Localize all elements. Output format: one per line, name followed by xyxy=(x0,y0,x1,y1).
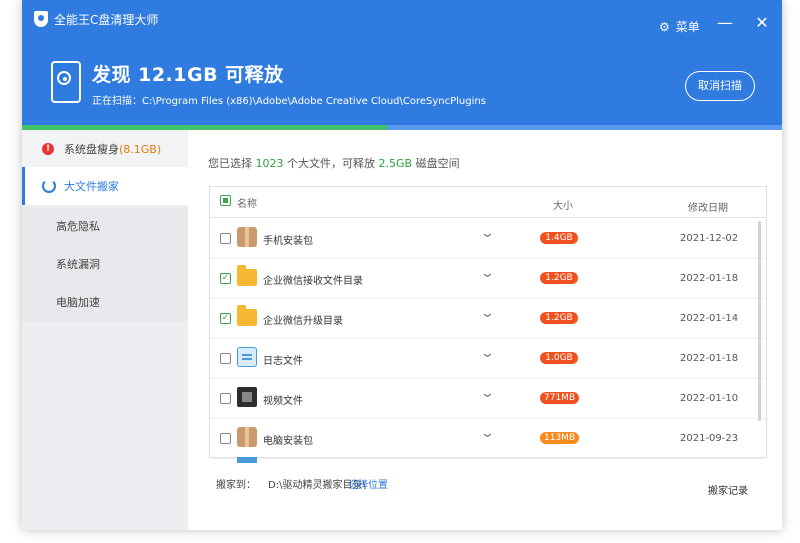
column-size: 大小 xyxy=(553,201,573,212)
package-icon xyxy=(237,227,257,247)
table-header: 名称 大小 修改日期 xyxy=(210,187,766,218)
chevron-down-icon[interactable]: ⌄ xyxy=(480,426,495,441)
sidebar-item-system-slim[interactable]: ! 系统盘瘦身 (8.1GB) xyxy=(22,130,188,168)
gear-icon: ⚙ xyxy=(659,19,670,34)
disk-icon xyxy=(51,61,81,103)
header: 全能王C盘清理大师 ⚙ 菜单 — ✕ 发现 12.1GB 可释放 正在扫描：C:… xyxy=(22,0,782,130)
found-headline: 发现 12.1GB 可释放 xyxy=(92,64,284,86)
chevron-down-icon[interactable]: ⌄ xyxy=(480,306,495,321)
table-row[interactable]: 日志文件 ⌄ 1.0GB 2022-01-18 xyxy=(210,338,766,379)
column-name: 名称 xyxy=(237,199,257,210)
file-name: 企业微信升级目录 xyxy=(263,316,343,327)
move-destination: 搬家到： D:\驱动精灵搬家目录\ xyxy=(216,476,366,491)
modified-date: 2022-01-18 xyxy=(680,353,739,364)
warning-icon: ! xyxy=(42,143,54,155)
row-checkbox[interactable] xyxy=(220,393,231,404)
table-row[interactable]: 电脑安装包 ⌄ 113MB 2021-09-23 xyxy=(210,418,766,459)
row-checkbox[interactable] xyxy=(220,233,231,244)
size-badge: 1.2GB xyxy=(540,272,578,284)
menu-label: 菜单 xyxy=(675,20,700,34)
summary-prefix: 您已选择 xyxy=(208,157,252,170)
app-window: 全能王C盘清理大师 ⚙ 菜单 — ✕ 发现 12.1GB 可释放 正在扫描：C:… xyxy=(22,0,782,530)
summary-middle: 个大文件，可释放 xyxy=(287,157,375,170)
selected-count: 1023 xyxy=(255,157,284,170)
selection-summary: 您已选择 1023 个大文件，可释放 2.5GB 磁盘空间 xyxy=(208,155,460,171)
file-name: 电脑安装包 xyxy=(263,436,313,447)
close-button[interactable]: ✕ xyxy=(752,15,772,31)
scanning-prefix: 正在扫描： xyxy=(92,96,142,107)
table-row[interactable]: 手机安装包 ⌄ 1.4GB 2021-12-02 xyxy=(210,218,766,259)
file-name: 视频文件 xyxy=(263,396,303,407)
folder-icon xyxy=(237,265,257,286)
modified-date: 2022-01-14 xyxy=(680,313,739,324)
partial-row-icon xyxy=(237,457,257,463)
row-checkbox[interactable] xyxy=(220,353,231,364)
main-content: 您已选择 1023 个大文件，可释放 2.5GB 磁盘空间 名称 大小 修改日期… xyxy=(188,130,782,530)
chevron-down-icon[interactable]: ⌄ xyxy=(480,226,495,241)
cancel-scan-button[interactable]: 取消扫描 xyxy=(685,71,755,101)
scanning-path: C:\Program Files (x86)\Adobe\Adobe Creat… xyxy=(142,96,486,107)
table-row[interactable]: 视频文件 ⌄ 771MB 2022-01-10 xyxy=(210,378,766,419)
minimize-button[interactable]: — xyxy=(715,15,735,31)
file-name: 企业微信接收文件目录 xyxy=(263,276,363,287)
scanning-status: 正在扫描：C:\Program Files (x86)\Adobe\Adobe … xyxy=(92,92,486,107)
video-icon xyxy=(237,387,257,407)
sidebar-item-label: 大文件搬家 xyxy=(64,180,119,193)
modified-date: 2021-12-02 xyxy=(680,233,739,244)
size-badge: 1.0GB xyxy=(540,352,578,364)
sidebar-item-privacy[interactable]: 高危隐私 xyxy=(22,207,188,245)
app-title: 全能王C盘清理大师 xyxy=(54,13,159,27)
log-icon xyxy=(237,347,257,367)
sidebar: ! 系统盘瘦身 (8.1GB) 大文件搬家 高危隐私 系统漏洞 电脑加速 xyxy=(22,130,188,530)
chevron-down-icon[interactable]: ⌄ xyxy=(480,346,495,361)
table-row[interactable]: ✓ 企业微信升级目录 ⌄ 1.2GB 2022-01-14 xyxy=(210,298,766,339)
title-bar: 全能王C盘清理大师 ⚙ 菜单 — ✕ xyxy=(22,0,782,50)
releasable-size: 2.5GB xyxy=(378,157,413,170)
modified-date: 2021-09-23 xyxy=(680,433,739,444)
summary-suffix: 磁盘空间 xyxy=(415,157,460,170)
loading-icon xyxy=(42,179,56,193)
system-slim-size-badge: (8.1GB) xyxy=(119,142,162,156)
size-badge: 113MB xyxy=(540,432,580,444)
sidebar-item-vulnerability[interactable]: 系统漏洞 xyxy=(22,245,188,283)
select-all-checkbox[interactable] xyxy=(220,195,231,206)
file-name: 手机安装包 xyxy=(263,236,313,247)
folder-icon xyxy=(237,305,257,326)
sidebar-item-label: 系统盘瘦身 xyxy=(64,143,119,156)
move-to-label: 搬家到： xyxy=(216,480,256,491)
table-scrollbar[interactable] xyxy=(758,221,761,421)
file-table: 名称 大小 修改日期 手机安装包 ⌄ 1.4GB 2021-12-02 ✓ 企业微信接收文… xyxy=(209,186,767,463)
move-records-link[interactable]: 搬家记录 xyxy=(708,482,748,497)
modified-date: 2022-01-18 xyxy=(680,273,739,284)
row-checkbox[interactable]: ✓ xyxy=(220,273,231,284)
chevron-down-icon[interactable]: ⌄ xyxy=(480,386,495,401)
package-icon xyxy=(237,427,257,447)
table-row[interactable]: ✓ 企业微信接收文件目录 ⌄ 1.2GB 2022-01-18 xyxy=(210,258,766,299)
size-badge: 1.2GB xyxy=(540,312,578,324)
sidebar-item-big-file-move[interactable]: 大文件搬家 xyxy=(22,167,188,205)
size-badge: 771MB xyxy=(540,392,580,404)
sidebar-item-speedup[interactable]: 电脑加速 xyxy=(22,283,188,321)
modified-date: 2022-01-10 xyxy=(680,393,739,404)
row-checkbox[interactable] xyxy=(220,433,231,444)
change-location-link[interactable]: 选择位置 xyxy=(348,476,388,491)
file-name: 日志文件 xyxy=(263,356,303,367)
column-date: 修改日期 xyxy=(688,203,728,214)
menu-button[interactable]: ⚙ 菜单 xyxy=(659,18,700,35)
size-badge: 1.4GB xyxy=(540,232,578,244)
row-checkbox[interactable]: ✓ xyxy=(220,313,231,324)
shield-logo-icon xyxy=(34,11,48,27)
chevron-down-icon[interactable]: ⌄ xyxy=(480,266,495,281)
